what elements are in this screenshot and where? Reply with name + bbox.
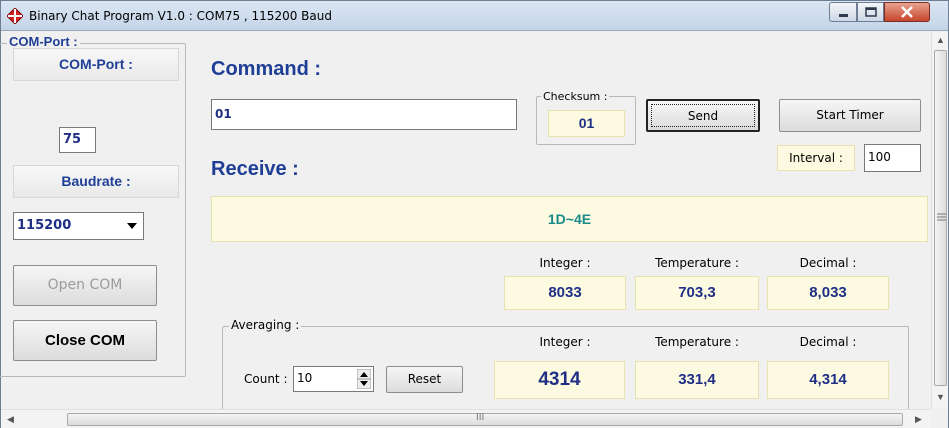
checksum-title: Checksum :: [541, 90, 610, 103]
spin-updown-icon[interactable]: [357, 369, 371, 389]
receive-decimal-value: 8,033: [767, 276, 889, 310]
close-icon: [901, 6, 913, 18]
receive-integer-label: Integer :: [539, 256, 591, 270]
receive-temperature-label: Temperature :: [655, 256, 739, 270]
avg-decimal-label: Decimal :: [799, 335, 857, 349]
avg-integer-label: Integer :: [539, 335, 591, 349]
receive-decimal-label: Decimal :: [799, 256, 857, 270]
avg-temperature-value: 331,4: [635, 361, 759, 399]
count-value: 10: [297, 371, 313, 385]
maximize-button[interactable]: [857, 2, 884, 22]
horizontal-scroll-thumb[interactable]: III: [67, 412, 903, 426]
avg-temperature-label: Temperature :: [655, 335, 739, 349]
close-button[interactable]: [884, 2, 930, 22]
start-timer-button[interactable]: Start Timer: [779, 99, 921, 132]
interval-label: Interval :: [777, 145, 855, 171]
scroll-down-arrow-icon[interactable]: ▼: [936, 392, 945, 402]
comport-group-title: COM-Port :: [7, 34, 80, 49]
command-input[interactable]: 01: [211, 99, 517, 130]
horizontal-grip: III: [476, 412, 485, 423]
window-title: Binary Chat Program V1.0 : COM75 , 11520…: [29, 9, 332, 23]
app-icon: [7, 8, 23, 24]
vertical-scroll-thumb[interactable]: [934, 50, 947, 386]
interval-input[interactable]: 100: [864, 144, 921, 172]
receive-temperature-value: 703,3: [635, 276, 759, 310]
scroll-up-arrow-icon[interactable]: ▲: [936, 35, 945, 45]
avg-integer-value: 4314: [494, 361, 625, 399]
scroll-left-arrow-icon[interactable]: ◀: [7, 414, 14, 425]
close-com-button[interactable]: Close COM: [13, 320, 157, 361]
title-bar[interactable]: Binary Chat Program V1.0 : COM75 , 11520…: [1, 1, 948, 31]
reset-button[interactable]: Reset: [386, 366, 463, 393]
chevron-down-icon: [127, 223, 137, 229]
port-input[interactable]: 75: [59, 127, 96, 153]
minimize-icon: [839, 14, 848, 17]
minimize-button[interactable]: [829, 2, 857, 22]
baudrate-label: Baudrate :: [13, 165, 179, 198]
receive-integer-value: 8033: [504, 276, 626, 310]
comport-label: COM-Port :: [13, 48, 179, 81]
grip-icon: [937, 213, 946, 221]
baudrate-select[interactable]: 115200: [13, 212, 144, 240]
maximize-icon: [865, 7, 877, 17]
send-label: Send: [687, 109, 719, 123]
checksum-value: 01: [548, 110, 625, 137]
open-com-button[interactable]: Open COM: [13, 265, 157, 306]
averaging-title: Averaging :: [229, 318, 302, 332]
receive-heading: Receive :: [211, 158, 299, 180]
count-label: Count :: [244, 372, 288, 386]
size-grip[interactable]: [931, 409, 948, 428]
main-window: Binary Chat Program V1.0 : COM75 , 11520…: [0, 0, 949, 428]
send-button[interactable]: Send: [646, 99, 760, 132]
count-spinner[interactable]: 10: [293, 366, 374, 392]
received-data-display: 1D~4E: [211, 196, 928, 242]
vertical-scrollbar[interactable]: ▲ ▼: [931, 32, 948, 409]
avg-decimal-value: 4,314: [767, 361, 889, 399]
command-heading: Command :: [211, 58, 321, 80]
scroll-right-arrow-icon[interactable]: ▶: [915, 414, 922, 425]
client-area: COM-Port : COM-Port : 75 Baudrate : 1152…: [0, 32, 948, 428]
horizontal-scrollbar[interactable]: ◀ III ▶: [1, 409, 931, 428]
baudrate-value: 115200: [17, 218, 72, 233]
